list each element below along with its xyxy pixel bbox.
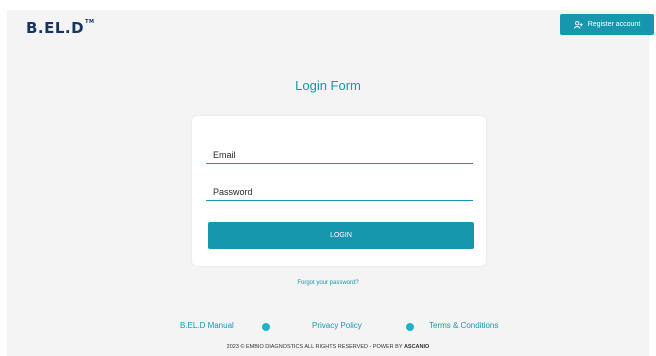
login-button-label: LOGIN: [330, 232, 352, 239]
footer-link-privacy[interactable]: Privacy Policy: [312, 321, 362, 330]
bed-logo[interactable]: B.EL.DTM: [26, 19, 94, 37]
password-placeholder: Password: [213, 187, 253, 197]
copyright-text: 2023 © EMBIO DIAGNOSTICS ALL RIGHTS RESE…: [7, 344, 649, 350]
page-background: B.EL.DTM Register account Login Form Ema…: [7, 10, 654, 356]
email-field[interactable]: Email: [206, 149, 473, 164]
login-button[interactable]: LOGIN: [208, 222, 474, 249]
footer-link-manual[interactable]: B.EL.D Manual: [180, 321, 234, 330]
email-placeholder: Email: [213, 150, 236, 160]
footer-links: B.EL.D Manual Privacy Policy Terms & Con…: [7, 321, 649, 333]
copyright-brand: ASCANIO: [403, 344, 430, 350]
register-account-button[interactable]: Register account: [560, 14, 654, 35]
footer-link-terms[interactable]: Terms & Conditions: [429, 321, 498, 330]
footer-separator-dot: [406, 323, 414, 331]
logo-text: B.EL.D: [26, 19, 85, 37]
register-account-label: Register account: [587, 21, 641, 28]
login-card: Email Password LOGIN: [192, 116, 486, 266]
user-add-icon: [573, 20, 583, 29]
copyright-prefix: 2023 © EMBIO DIAGNOSTICS ALL RIGHTS RESE…: [226, 344, 403, 350]
login-form-title: Login Form: [295, 78, 361, 93]
footer-separator-dot: [262, 323, 270, 331]
logo-trademark: TM: [85, 19, 95, 25]
password-field[interactable]: Password: [206, 186, 473, 201]
forgot-password-link[interactable]: Forgot your password?: [7, 280, 649, 286]
